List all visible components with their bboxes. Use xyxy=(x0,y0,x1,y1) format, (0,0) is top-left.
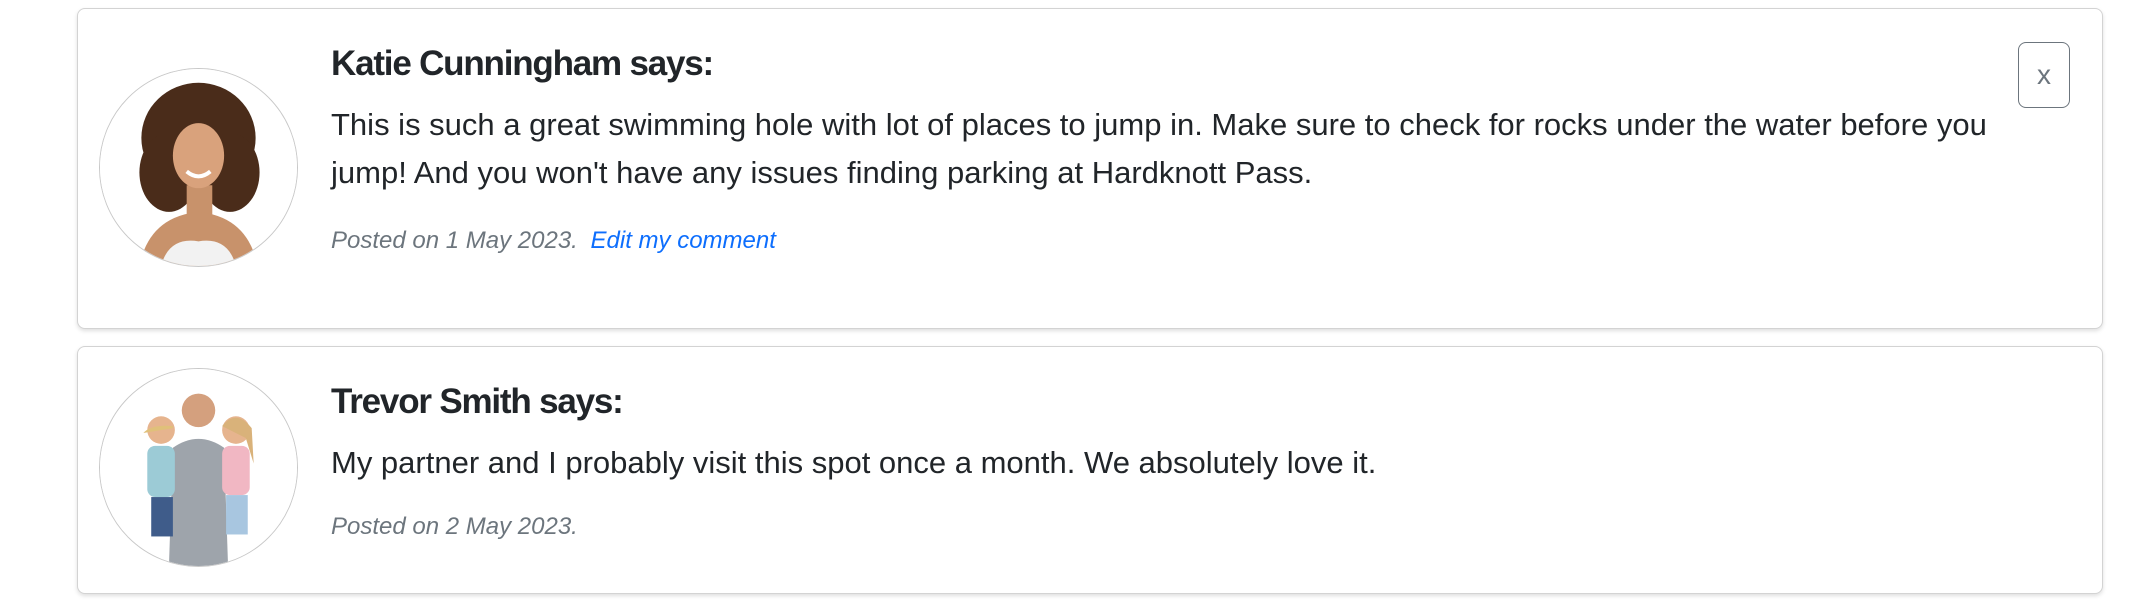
comment-body: Trevor Smith says: My partner and I prob… xyxy=(331,347,2102,542)
posted-date: Posted on 2 May 2023. xyxy=(331,513,578,540)
comment-card: Trevor Smith says: My partner and I prob… xyxy=(77,346,2103,594)
comment-text: My partner and I probably visit this spo… xyxy=(331,445,1377,480)
comment-author: Katie Cunningham says: xyxy=(331,44,714,83)
posted-date: Posted on 1 May 2023. xyxy=(331,227,578,254)
comment-meta: Posted on 2 May 2023. xyxy=(331,513,2102,542)
delete-comment-button[interactable]: x xyxy=(2018,42,2070,108)
comment-body: Katie Cunningham says: This is such a gr… xyxy=(331,9,2102,256)
comment-author: Trevor Smith says: xyxy=(331,382,624,421)
comment-card: Katie Cunningham says: This is such a gr… xyxy=(77,8,2103,329)
comment-list: Katie Cunningham says: This is such a gr… xyxy=(77,8,2103,594)
edit-comment-link[interactable]: Edit my comment xyxy=(591,227,776,254)
avatar-photo-woman xyxy=(100,69,297,266)
avatar xyxy=(99,68,298,267)
comment-meta: Posted on 1 May 2023. Edit my comment xyxy=(331,227,2102,256)
comment-text: This is such a great swimming hole with … xyxy=(331,107,1987,190)
avatar xyxy=(99,368,298,567)
avatar-photo-family xyxy=(100,369,297,566)
